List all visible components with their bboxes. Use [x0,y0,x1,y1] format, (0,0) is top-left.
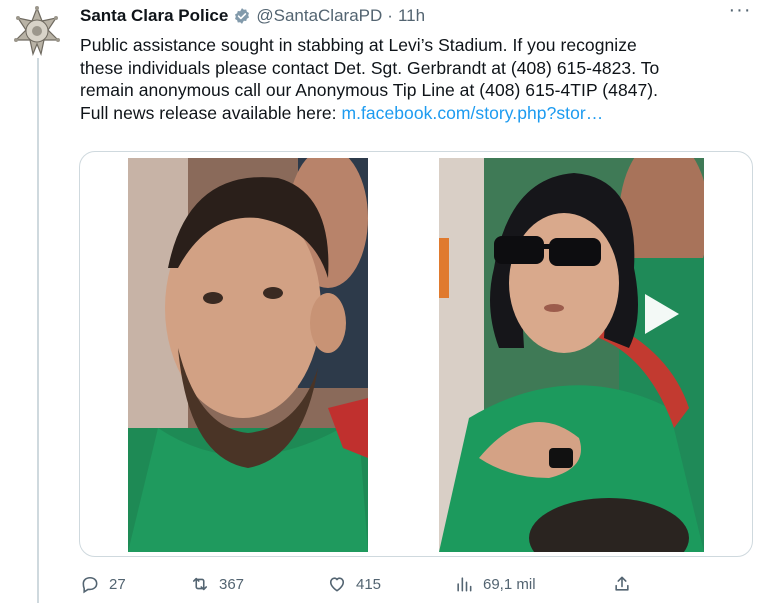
like-count: 415 [356,575,382,593]
retweet-icon [192,577,208,591]
tweet-text-line: Public assistance sought in stabbing at … [80,35,637,55]
tweet-text-line: these individuals please contact Det. Sg… [80,57,660,78]
media-card[interactable] [79,151,753,557]
tweet-text-prefix: Full news release available here: [80,102,342,123]
thread-line [37,58,39,603]
photo-suspect-man[interactable] [128,158,368,552]
tweet-timestamp[interactable]: 11h [398,6,425,26]
share-icon [615,576,629,591]
retweet-count: 367 [219,575,245,593]
action-bar: 27 367 415 69,1 mil [80,570,640,600]
avatar[interactable] [12,6,62,57]
separator-dot: · [387,6,393,25]
heart-icon [329,577,345,592]
more-options-button[interactable]: ··· [727,0,753,24]
verified-badge-icon [235,8,250,24]
tweet-header: Santa Clara Police @SantaClaraPD · 11h [80,4,425,28]
share-button[interactable] [612,574,632,594]
tweet-text-line: remain anonymous call our Anonymous Tip … [80,80,659,100]
views-count: 69,1 mil [483,575,536,593]
tweet-text-line: Full news release available here: m.face… [80,102,740,125]
play-icon[interactable] [635,290,683,338]
analytics-icon [457,577,472,592]
more-icon: ··· [728,0,752,21]
author-name[interactable]: Santa Clara Police [80,6,228,26]
like-button[interactable]: 415 [327,574,381,594]
author-handle[interactable]: @SantaClaraPD [256,6,382,26]
tweet-text: Public assistance sought in stabbing at … [80,34,740,124]
police-star-badge-icon [14,6,60,57]
reply-count: 27 [109,575,126,593]
retweet-button[interactable]: 367 [190,574,244,594]
reply-button[interactable]: 27 [80,574,126,594]
video-suspect-woman[interactable] [439,158,704,552]
views-button[interactable]: 69,1 mil [454,574,536,594]
news-release-link[interactable]: m.facebook.com/story.php?stor… [341,103,603,123]
reply-icon [82,576,98,594]
